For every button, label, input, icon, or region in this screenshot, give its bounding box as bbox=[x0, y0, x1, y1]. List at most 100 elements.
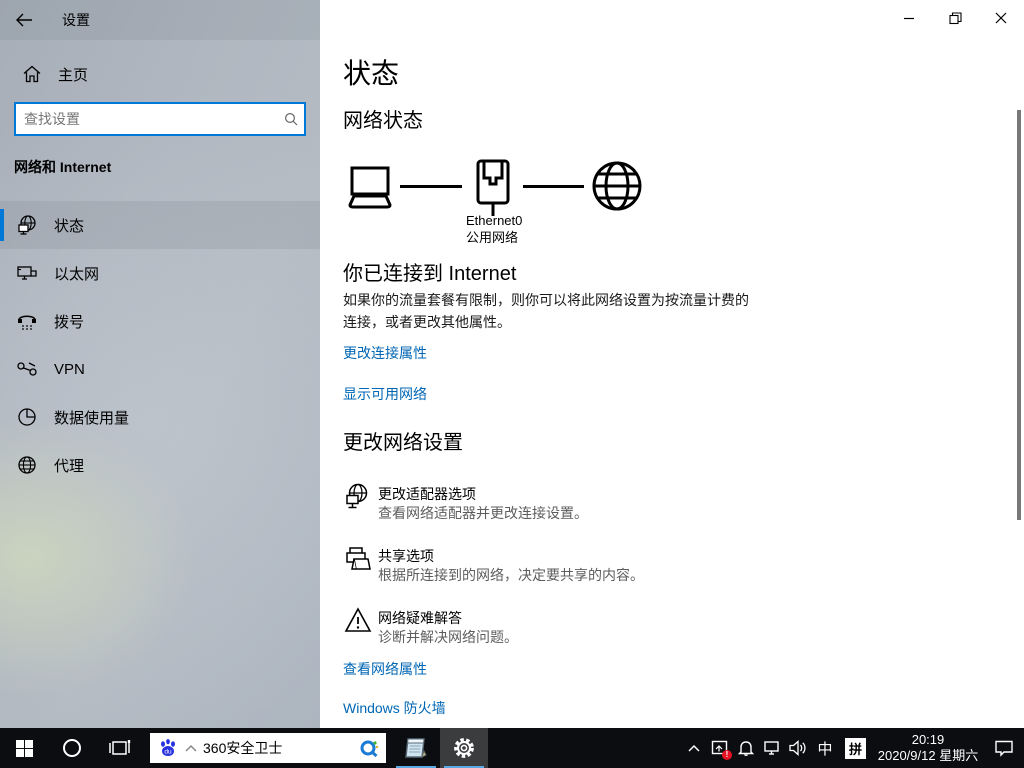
sidebar-item-proxy[interactable]: 代理 bbox=[0, 441, 320, 489]
sidebar-section-header: 网络和 Internet bbox=[14, 157, 111, 177]
item-change-adapter-options[interactable]: 更改适配器选项 查看网络适配器并更改连接设置。 bbox=[343, 480, 763, 528]
sidebar-item-vpn[interactable]: VPN bbox=[0, 345, 320, 393]
clock-time: 20:19 bbox=[872, 732, 984, 748]
settings-taskbar-button[interactable] bbox=[440, 728, 488, 768]
window-title: 设置 bbox=[62, 10, 90, 30]
settings-window: 设置 主页 网络和 Internet bbox=[0, 0, 1024, 728]
page-title: 状态 bbox=[343, 52, 399, 92]
tray-security-alert-icon[interactable]: ! bbox=[707, 728, 733, 768]
cortana-circle-icon bbox=[62, 738, 82, 758]
change-network-settings-heading: 更改网络设置 bbox=[343, 426, 463, 455]
speaker-icon bbox=[788, 739, 808, 757]
sidebar-item-home[interactable]: 主页 bbox=[0, 54, 320, 94]
item-sharing-options[interactable]: 共享选项 根据所连接到的网络，决定要共享的内容。 bbox=[343, 542, 763, 590]
alert-badge: ! bbox=[722, 750, 732, 760]
network-type: 公用网络 bbox=[466, 229, 518, 246]
minimize-icon bbox=[903, 12, 915, 24]
sidebar-nav: 状态 以太网 bbox=[0, 201, 320, 489]
diagram-connector-line bbox=[400, 185, 462, 188]
back-arrow-icon bbox=[15, 13, 33, 27]
dialup-icon bbox=[16, 310, 38, 332]
svg-text:du: du bbox=[164, 749, 172, 756]
system-tray: ! 中 bbox=[681, 728, 1024, 768]
settings-search-box[interactable] bbox=[14, 102, 306, 136]
sidebar-item-status[interactable]: 状态 bbox=[0, 201, 320, 249]
connected-description: 如果你的流量套餐有限制，则你可以将此网络设置为按流量计费的连接，或者更改其他属性… bbox=[343, 289, 761, 333]
notepad-icon bbox=[403, 735, 429, 761]
tray-volume-icon[interactable] bbox=[785, 728, 811, 768]
troubleshoot-warning-icon bbox=[344, 607, 372, 634]
item-description: 诊断并解决网络问题。 bbox=[378, 627, 518, 647]
selected-accent-bar bbox=[0, 209, 4, 241]
task-view-icon bbox=[109, 739, 131, 757]
scrollbar-thumb[interactable] bbox=[1017, 110, 1021, 520]
ethernet-icon bbox=[16, 262, 38, 284]
notepad-taskbar-button[interactable] bbox=[392, 728, 440, 768]
taskbar: du 360安全卫士 bbox=[0, 728, 1024, 768]
ethernet-adapter-icon bbox=[470, 158, 516, 218]
sidebar-item-data-usage[interactable]: 数据使用量 bbox=[0, 393, 320, 441]
taskbar-clock[interactable]: 20:19 2020/9/12 星期六 bbox=[872, 732, 984, 764]
link-view-network-properties[interactable]: 查看网络属性 bbox=[343, 659, 427, 679]
tray-chevron-button[interactable] bbox=[681, 728, 707, 768]
ethernet-network-icon bbox=[762, 739, 782, 757]
task-view-button[interactable] bbox=[96, 728, 144, 768]
item-title: 网络疑难解答 bbox=[378, 608, 462, 628]
minimize-button[interactable] bbox=[886, 0, 932, 36]
proxy-icon bbox=[16, 454, 38, 476]
item-title: 共享选项 bbox=[378, 546, 434, 566]
adapter-name: Ethernet0 bbox=[466, 212, 522, 229]
item-description: 根据所连接到的网络，决定要共享的内容。 bbox=[378, 565, 644, 585]
sidebar-item-ethernet[interactable]: 以太网 bbox=[0, 249, 320, 297]
adapter-options-icon bbox=[344, 483, 370, 511]
link-change-connection-properties[interactable]: 更改连接属性 bbox=[343, 343, 427, 363]
main-content: 状态 网络状态 bbox=[320, 0, 1024, 728]
status-icon bbox=[16, 214, 38, 236]
chevron-up-icon bbox=[688, 744, 700, 752]
laptop-icon bbox=[344, 165, 396, 209]
screen: 设置 主页 网络和 Internet bbox=[0, 0, 1024, 768]
back-button[interactable] bbox=[0, 3, 48, 37]
action-center-icon bbox=[994, 739, 1014, 757]
tray-notification-bell-icon[interactable] bbox=[733, 728, 759, 768]
close-button[interactable] bbox=[978, 0, 1024, 36]
chevron-up-icon[interactable] bbox=[185, 744, 197, 752]
item-title: 更改适配器选项 bbox=[378, 484, 476, 504]
item-description: 查看网络适配器并更改连接设置。 bbox=[378, 503, 588, 523]
360-search-icon[interactable] bbox=[359, 738, 379, 758]
network-status-heading: 网络状态 bbox=[343, 104, 423, 133]
internet-globe-icon bbox=[591, 160, 643, 212]
taskbar-search-box[interactable]: du 360安全卫士 bbox=[150, 733, 386, 763]
sidebar-item-label: 状态 bbox=[54, 215, 84, 236]
restore-icon bbox=[949, 12, 962, 25]
tray-network-icon[interactable] bbox=[759, 728, 785, 768]
gear-icon bbox=[452, 736, 476, 760]
sharing-options-icon bbox=[344, 545, 372, 573]
data-usage-icon bbox=[16, 406, 38, 428]
item-network-troubleshooter[interactable]: 网络疑难解答 诊断并解决网络问题。 bbox=[343, 604, 763, 652]
home-icon bbox=[22, 64, 42, 84]
search-icon[interactable] bbox=[278, 112, 304, 126]
cortana-button[interactable] bbox=[48, 728, 96, 768]
baidu-icon: du bbox=[158, 738, 178, 758]
link-show-available-networks[interactable]: 显示可用网络 bbox=[343, 384, 427, 404]
windows-logo-icon bbox=[16, 740, 33, 757]
window-titlebar: 设置 bbox=[0, 0, 320, 40]
vpn-icon bbox=[16, 358, 38, 380]
bell-icon bbox=[738, 739, 754, 757]
link-windows-firewall[interactable]: Windows 防火墙 bbox=[343, 698, 446, 718]
clock-date: 2020/9/12 星期六 bbox=[872, 748, 984, 764]
search-input[interactable] bbox=[16, 111, 278, 127]
start-button[interactable] bbox=[0, 728, 48, 768]
taskbar-search-text: 360安全卫士 bbox=[203, 738, 359, 758]
action-center-button[interactable] bbox=[984, 728, 1024, 768]
ime-mode-indicator[interactable]: 拼 bbox=[845, 738, 866, 759]
sidebar-item-dialup[interactable]: 拨号 bbox=[0, 297, 320, 345]
diagram-connector-line bbox=[523, 185, 584, 188]
connected-heading: 你已连接到 Internet bbox=[343, 257, 516, 286]
home-label: 主页 bbox=[58, 64, 88, 85]
ime-language-indicator[interactable]: 中 bbox=[811, 738, 839, 759]
sidebar: 设置 主页 网络和 Internet bbox=[0, 0, 320, 728]
restore-button[interactable] bbox=[932, 0, 978, 36]
close-icon bbox=[995, 12, 1007, 24]
